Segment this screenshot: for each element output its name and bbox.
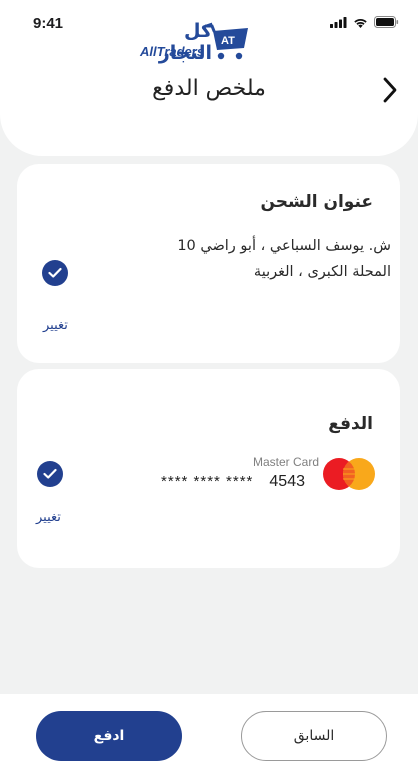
chevron-right-icon[interactable] [380,76,400,104]
card-brand-label: Master Card [252,455,319,469]
change-address-link[interactable]: تغيير [43,318,68,333]
footer: ادفع السابق [0,694,418,778]
pay-button[interactable]: ادفع [36,711,182,761]
signal-icon [330,16,347,28]
check-circle-icon[interactable] [42,260,68,286]
address-line-2: المحلة الكبرى ، الغربية [253,264,391,280]
alltraders-logo: كل التجار AllTraders AT [138,20,250,66]
mastercard-logo-icon [323,458,375,490]
status-icons [330,16,399,28]
previous-button[interactable]: السابق [241,711,387,761]
address-line-1: ش. يوسف السباعي ، أبو راضي 10 [177,238,391,254]
logo-badge: AT [221,35,235,47]
shipping-title: عنوان الشحن [260,192,373,212]
card-number-mask: **** **** **** [161,473,254,490]
shopping-cart-icon: AT [204,24,248,60]
card-number: **** **** **** 4543 [161,473,305,491]
battery-icon [374,16,399,28]
shipping-address-card: عنوان الشحن ش. يوسف السباعي ، أبو راضي 1… [17,164,400,363]
check-circle-icon[interactable] [37,461,63,487]
page-title: ملخص الدفع [152,76,266,101]
payment-card: الدفع Master Card **** **** **** 4543 تغي… [17,369,400,568]
header: 9:41 كل التجار AllTraders AT ملخص الدفع [0,0,418,156]
status-time: 9:41 [33,15,64,32]
shipping-address: ش. يوسف السباعي ، أبو راضي 10 المحلة الك… [151,233,391,285]
logo-english-text: AllTraders [140,44,205,59]
payment-title: الدفع [328,414,373,434]
card-last4: 4543 [269,473,305,490]
change-payment-link[interactable]: تغيير [36,510,61,525]
wifi-icon [354,18,367,28]
